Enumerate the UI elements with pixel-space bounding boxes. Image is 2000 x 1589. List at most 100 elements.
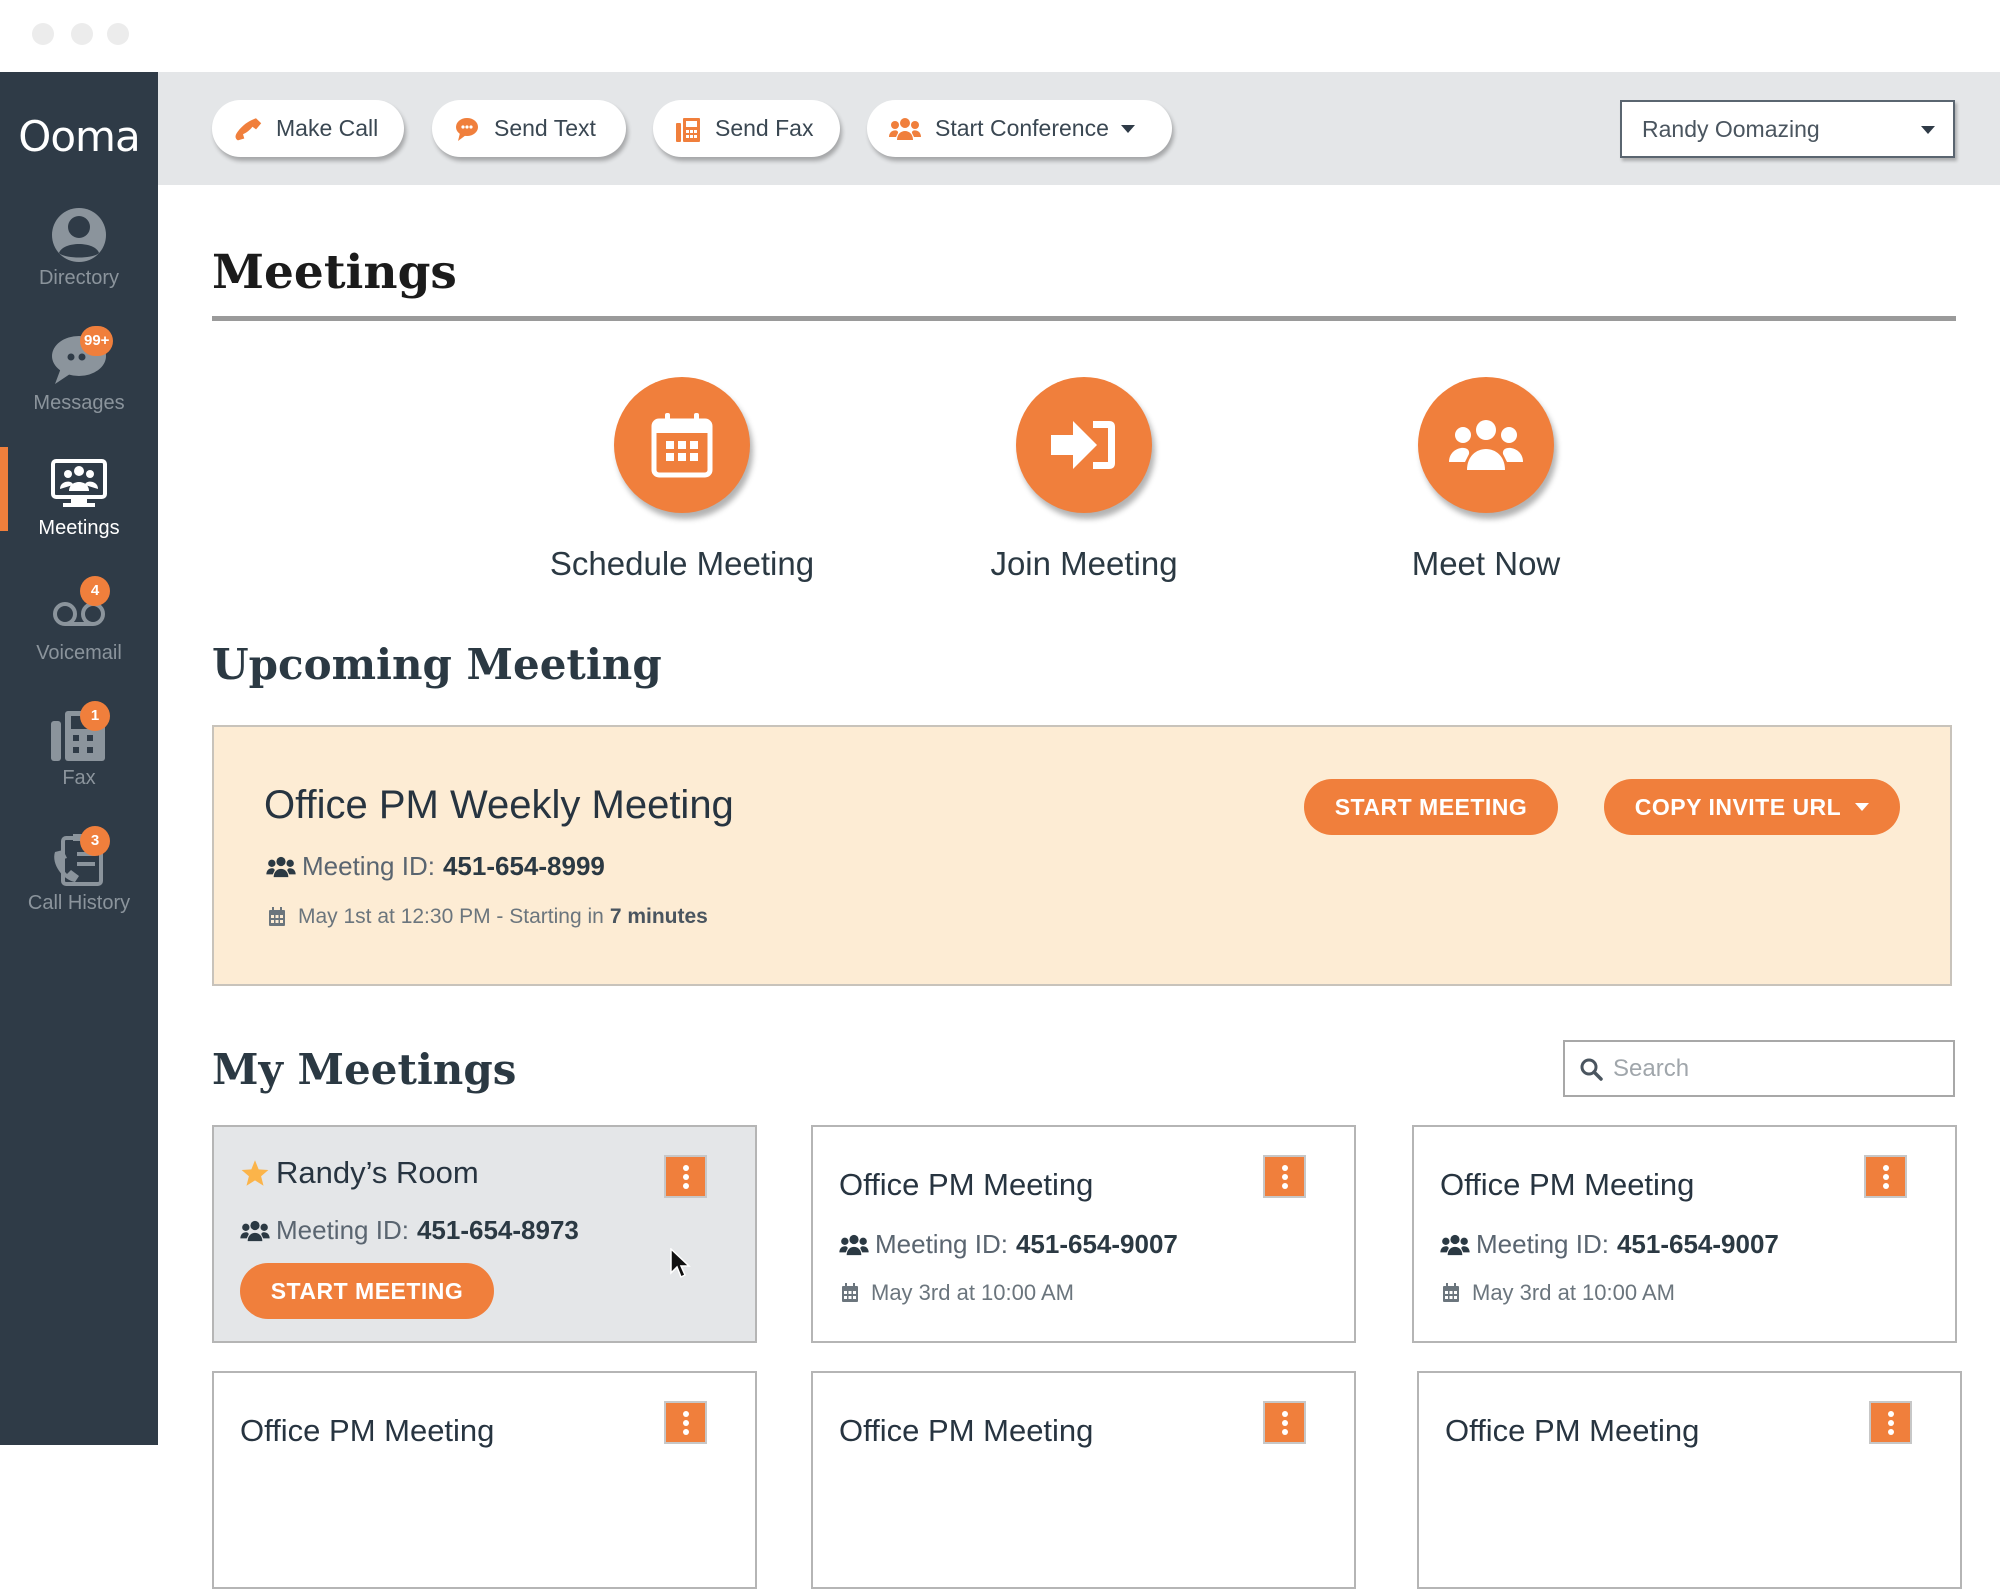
my-meetings-heading: My Meetings <box>212 1045 517 1094</box>
schedule-meeting-circle[interactable] <box>614 377 750 513</box>
sidebar: Ooma Directory 99+ Messages Meetings 4 V… <box>0 72 158 1445</box>
search-box[interactable] <box>1563 1040 1955 1097</box>
calendar-icon <box>269 907 285 926</box>
countdown-text: 7 minutes <box>609 905 708 928</box>
meeting-card-title: Office PM Meeting <box>1440 1167 1695 1202</box>
start-conference-button[interactable]: Start Conference <box>867 100 1172 157</box>
chevron-down-icon <box>1120 124 1135 133</box>
sidebar-item-label: Call History <box>27 892 131 914</box>
call-history-badge: 3 <box>80 826 110 856</box>
meeting-date-text: May 3rd at 10:00 AM <box>871 1280 1074 1305</box>
chevron-down-icon <box>1855 803 1870 811</box>
meeting-card-id: Meeting ID: 451-654-8973 <box>240 1215 579 1246</box>
meeting-card[interactable]: Office PM Meeting <box>1417 1371 1962 1589</box>
ooma-logo: Ooma <box>18 112 140 161</box>
meeting-card[interactable]: Office PM Meeting <box>811 1371 1356 1589</box>
chat-icon <box>456 117 478 141</box>
star-icon[interactable] <box>240 1159 270 1187</box>
join-meeting-button[interactable]: Join Meeting <box>934 377 1234 583</box>
more-options-button[interactable] <box>1864 1155 1907 1198</box>
join-meeting-label: Join Meeting <box>990 545 1178 582</box>
schedule-meeting-button[interactable]: Schedule Meeting <box>532 377 832 583</box>
meeting-card-id: Meeting ID: 451-654-9007 <box>1440 1229 1779 1260</box>
sidebar-item-call-history[interactable]: 3 Call History <box>0 826 158 940</box>
meeting-card-date: May 3rd at 10:00 AM <box>1442 1280 1675 1306</box>
meeting-card-title: Office PM Meeting <box>240 1413 495 1448</box>
sidebar-item-messages[interactable]: 99+ Messages <box>0 326 158 440</box>
schedule-text: May 1st at 12:30 PM - Starting in <box>298 905 604 928</box>
window-close-dot[interactable] <box>32 23 54 45</box>
meeting-id-label: Meeting ID: <box>875 1229 1008 1259</box>
upcoming-meeting-heading: Upcoming Meeting <box>212 640 662 689</box>
start-meeting-button[interactable]: START MEETING <box>240 1263 494 1319</box>
more-options-button[interactable] <box>664 1155 707 1198</box>
start-meeting-label: START MEETING <box>270 1277 464 1304</box>
meeting-card[interactable]: Office PM Meeting <box>212 1371 757 1589</box>
sidebar-item-directory[interactable]: Directory <box>0 205 158 315</box>
sidebar-item-fax[interactable]: 1 Fax <box>0 701 158 815</box>
title-divider <box>212 316 1956 321</box>
meeting-card[interactable]: Office PM Meeting Meeting ID: 451-654-90… <box>811 1125 1356 1343</box>
calendar-icon <box>842 1283 858 1302</box>
mouse-cursor-icon <box>670 1248 691 1279</box>
sidebar-item-meetings[interactable]: Meetings <box>0 447 158 565</box>
copy-invite-url-button[interactable]: COPY INVITE URL <box>1604 779 1900 835</box>
start-meeting-button[interactable]: START MEETING <box>1304 779 1558 835</box>
send-text-button[interactable]: Send Text <box>432 100 626 157</box>
page-title: Meetings <box>212 245 457 300</box>
more-options-button[interactable] <box>1869 1401 1912 1444</box>
chevron-down-icon <box>1921 126 1935 134</box>
sidebar-item-label: Fax <box>62 767 96 789</box>
main-content: Meetings Schedule Meeting Join Meeting M… <box>158 185 2000 1589</box>
meeting-card[interactable]: Randy’s Room Meeting ID: 451-654-8973 ST… <box>212 1125 757 1343</box>
search-input[interactable] <box>1613 1054 1933 1083</box>
meeting-date-text: May 3rd at 10:00 AM <box>1472 1280 1675 1305</box>
meeting-card-title-text: Randy’s Room <box>276 1155 479 1190</box>
group-icon <box>839 1234 869 1255</box>
meeting-id-label: Meeting ID: <box>302 851 435 881</box>
sidebar-item-voicemail[interactable]: 4 Voicemail <box>0 576 158 690</box>
meeting-card-title: Office PM Meeting <box>839 1413 1094 1448</box>
voicemail-badge: 4 <box>80 576 110 606</box>
sidebar-item-label: Directory <box>38 267 119 289</box>
sign-in-icon <box>1051 421 1115 469</box>
window-maximize-dot[interactable] <box>107 23 129 45</box>
more-options-button[interactable] <box>664 1401 707 1444</box>
meeting-id-label: Meeting ID: <box>1476 1229 1609 1259</box>
more-options-button[interactable] <box>1263 1155 1306 1198</box>
user-select[interactable]: Randy Oomazing <box>1620 100 1955 158</box>
user-select-value: Randy Oomazing <box>1642 116 1820 142</box>
meet-now-circle[interactable] <box>1418 377 1554 513</box>
window-minimize-dot[interactable] <box>71 23 93 45</box>
meeting-id-value: 451-654-9007 <box>1015 1229 1178 1259</box>
send-text-label: Send Text <box>494 115 596 141</box>
make-call-label: Make Call <box>276 115 379 141</box>
join-meeting-circle[interactable] <box>1016 377 1152 513</box>
sidebar-item-label: Voicemail <box>36 642 122 664</box>
sidebar-item-label: Messages <box>33 392 125 414</box>
meeting-card-title: Office PM Meeting <box>1445 1413 1700 1448</box>
send-fax-button[interactable]: Send Fax <box>653 100 840 157</box>
meeting-id-value: 451-654-8999 <box>442 851 605 881</box>
copy-invite-url-label: COPY INVITE URL <box>1634 793 1842 820</box>
top-toolbar: Make Call Send Text Send Fax Start Confe… <box>158 72 2000 185</box>
meeting-id-value: 451-654-8973 <box>416 1215 579 1245</box>
fax-badge: 1 <box>80 701 110 731</box>
group-icon <box>240 1220 270 1241</box>
start-conference-label: Start Conference <box>935 115 1109 141</box>
make-call-button[interactable]: Make Call <box>212 100 404 157</box>
meeting-card-title: Randy’s Room <box>240 1155 479 1191</box>
group-icon <box>1440 1234 1470 1255</box>
meeting-id-label: Meeting ID: <box>276 1215 409 1245</box>
more-options-button[interactable] <box>1263 1401 1306 1444</box>
meet-now-button[interactable]: Meet Now <box>1336 377 1636 583</box>
monitor-people-icon <box>51 459 107 507</box>
calendar-icon <box>651 413 713 478</box>
upcoming-meeting-title: Office PM Weekly Meeting <box>264 783 734 827</box>
schedule-meeting-label: Schedule Meeting <box>549 545 815 582</box>
start-meeting-label: START MEETING <box>1334 793 1528 820</box>
meeting-card-title: Office PM Meeting <box>839 1167 1094 1202</box>
meeting-card[interactable]: Office PM Meeting Meeting ID: 451-654-90… <box>1412 1125 1957 1343</box>
upcoming-meeting-schedule: May 1st at 12:30 PM - Starting in 7 minu… <box>268 905 708 929</box>
meeting-card-id: Meeting ID: 451-654-9007 <box>839 1229 1178 1260</box>
